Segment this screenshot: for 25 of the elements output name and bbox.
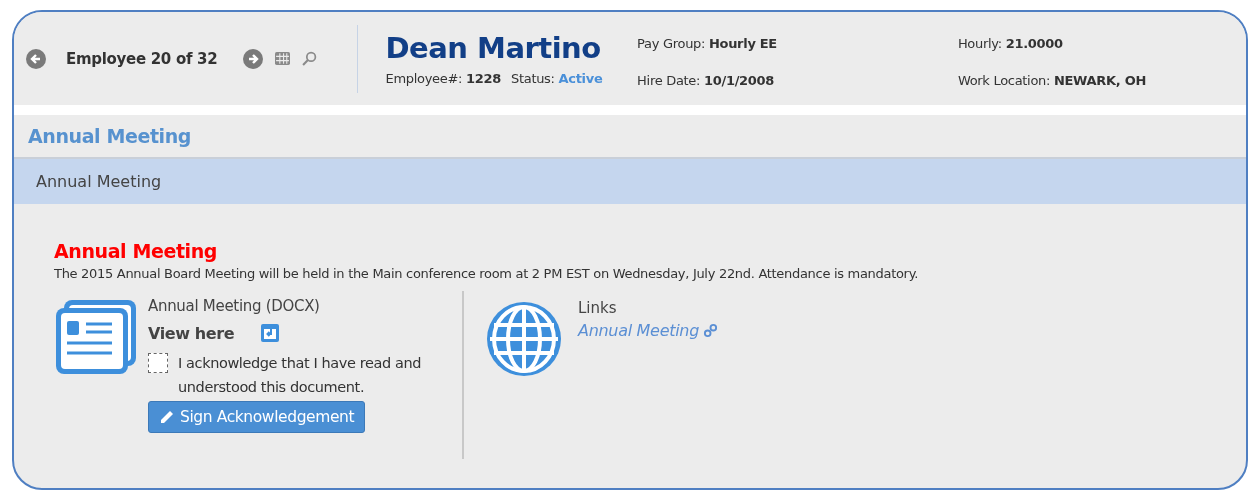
grid-icon[interactable] <box>275 51 291 66</box>
acknowledge-label: I acknowledge that I have read and understood this document. <box>178 354 423 397</box>
globe-icon <box>484 299 564 379</box>
sign-acknowledgement-button[interactable]: Sign Acknowledgement <box>148 401 366 433</box>
links-heading: Links <box>578 299 618 317</box>
info-field: Hourly: 21.0000 <box>957 35 1246 51</box>
info-field: Pay Group: Hourly EE <box>637 35 958 51</box>
document-icon <box>54 297 138 375</box>
section-header: Annual Meeting <box>14 159 1246 204</box>
info-field: Employee#: 1228 <box>385 71 501 86</box>
employee-name: Dean Martino <box>385 31 602 65</box>
search-icon[interactable] <box>302 51 318 66</box>
pencil-icon <box>159 409 175 425</box>
info-field: Status: Active <box>510 71 603 86</box>
acknowledge-checkbox[interactable] <box>148 353 168 373</box>
view-link[interactable]: View here <box>148 323 235 343</box>
announcement-title: Annual Meeting <box>54 240 219 262</box>
announcement-text: The 2015 Annual Board Meeting will be held in the Main conference room at 2 PM EST on Wednesday, July 22nd. Attendance is mandatory. <box>54 266 919 281</box>
info-field: Hire Date: 10/1/2008 <box>637 72 958 88</box>
info-field: Work Location: NEWARK, OH <box>957 72 1246 88</box>
document-name: Annual Meeting (DOCX) <box>148 297 321 315</box>
employee-counter: Employee 20 of 32 <box>66 49 218 68</box>
open-document-icon[interactable] <box>260 323 281 343</box>
meeting-link[interactable]: Annual Meeting <box>578 321 718 340</box>
chain-link-icon <box>703 323 718 338</box>
